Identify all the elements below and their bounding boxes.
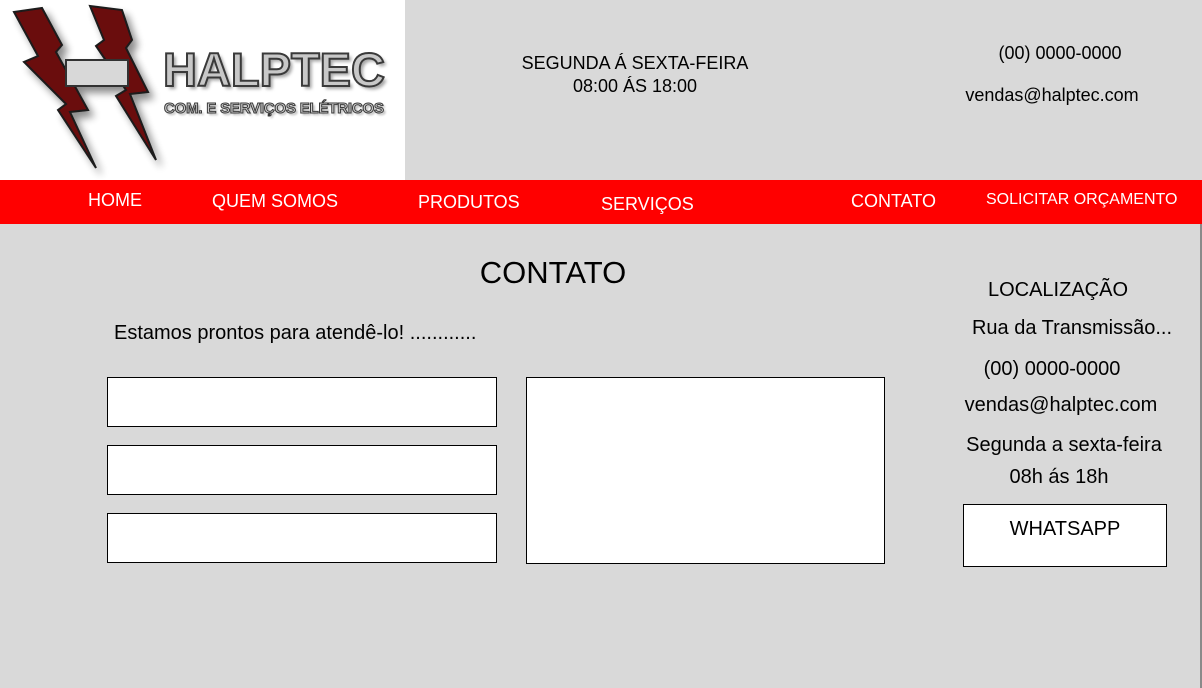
contact-field-2[interactable] [107, 445, 497, 495]
opening-days: SEGUNDA Á SEXTA-FEIRA [521, 53, 749, 73]
brand-name: HALPTEC [162, 43, 386, 97]
page-title: CONTATO [479, 255, 627, 290]
site-header: HALPTEC COM. E SERVIÇOS ELÉTRICOS SEGUND… [0, 0, 1202, 180]
header-phone: (00) 0000-0000 [998, 43, 1122, 63]
location-heading: LOCALIZAÇÃO [987, 279, 1129, 301]
nav-item-servicos[interactable]: SERVIÇOS [601, 194, 694, 215]
brand-tagline: COM. E SERVIÇOS ELÉTRICOS [164, 100, 385, 118]
whatsapp-button[interactable]: WHATSAPP [963, 504, 1167, 567]
location-phone: (00) 0000-0000 [983, 358, 1121, 380]
nav-item-solicitar-orcamento[interactable]: SOLICITAR ORÇAMENTO [986, 191, 1177, 209]
location-days: Segunda a sexta-feira [966, 434, 1162, 456]
message-textarea[interactable] [526, 377, 885, 564]
main-nav: HOME QUEM SOMOS PRODUTOS SERVIÇOS CONTAT… [0, 180, 1202, 224]
nav-item-quem-somos[interactable]: QUEM SOMOS [212, 191, 338, 212]
location-hours: 08h ás 18h [1009, 466, 1109, 488]
contact-field-1[interactable] [107, 377, 497, 427]
location-address: Rua da Transmissão... [971, 317, 1173, 339]
header-email[interactable]: vendas@halptec.com [952, 85, 1152, 106]
opening-hours: SEGUNDA Á SEXTA-FEIRA 08:00 ÁS 18:00 [490, 52, 780, 98]
nav-item-contato[interactable]: CONTATO [851, 191, 936, 212]
nav-item-produtos[interactable]: PRODUTOS [418, 192, 520, 213]
logo[interactable]: HALPTEC COM. E SERVIÇOS ELÉTRICOS [0, 0, 405, 180]
opening-time: 08:00 ÁS 18:00 [572, 76, 698, 96]
nav-item-home[interactable]: HOME [88, 190, 142, 211]
contact-field-3[interactable] [107, 513, 497, 563]
location-email[interactable]: vendas@halptec.com [951, 394, 1171, 417]
intro-text: Estamos prontos para atendê-lo! ........… [114, 322, 477, 344]
